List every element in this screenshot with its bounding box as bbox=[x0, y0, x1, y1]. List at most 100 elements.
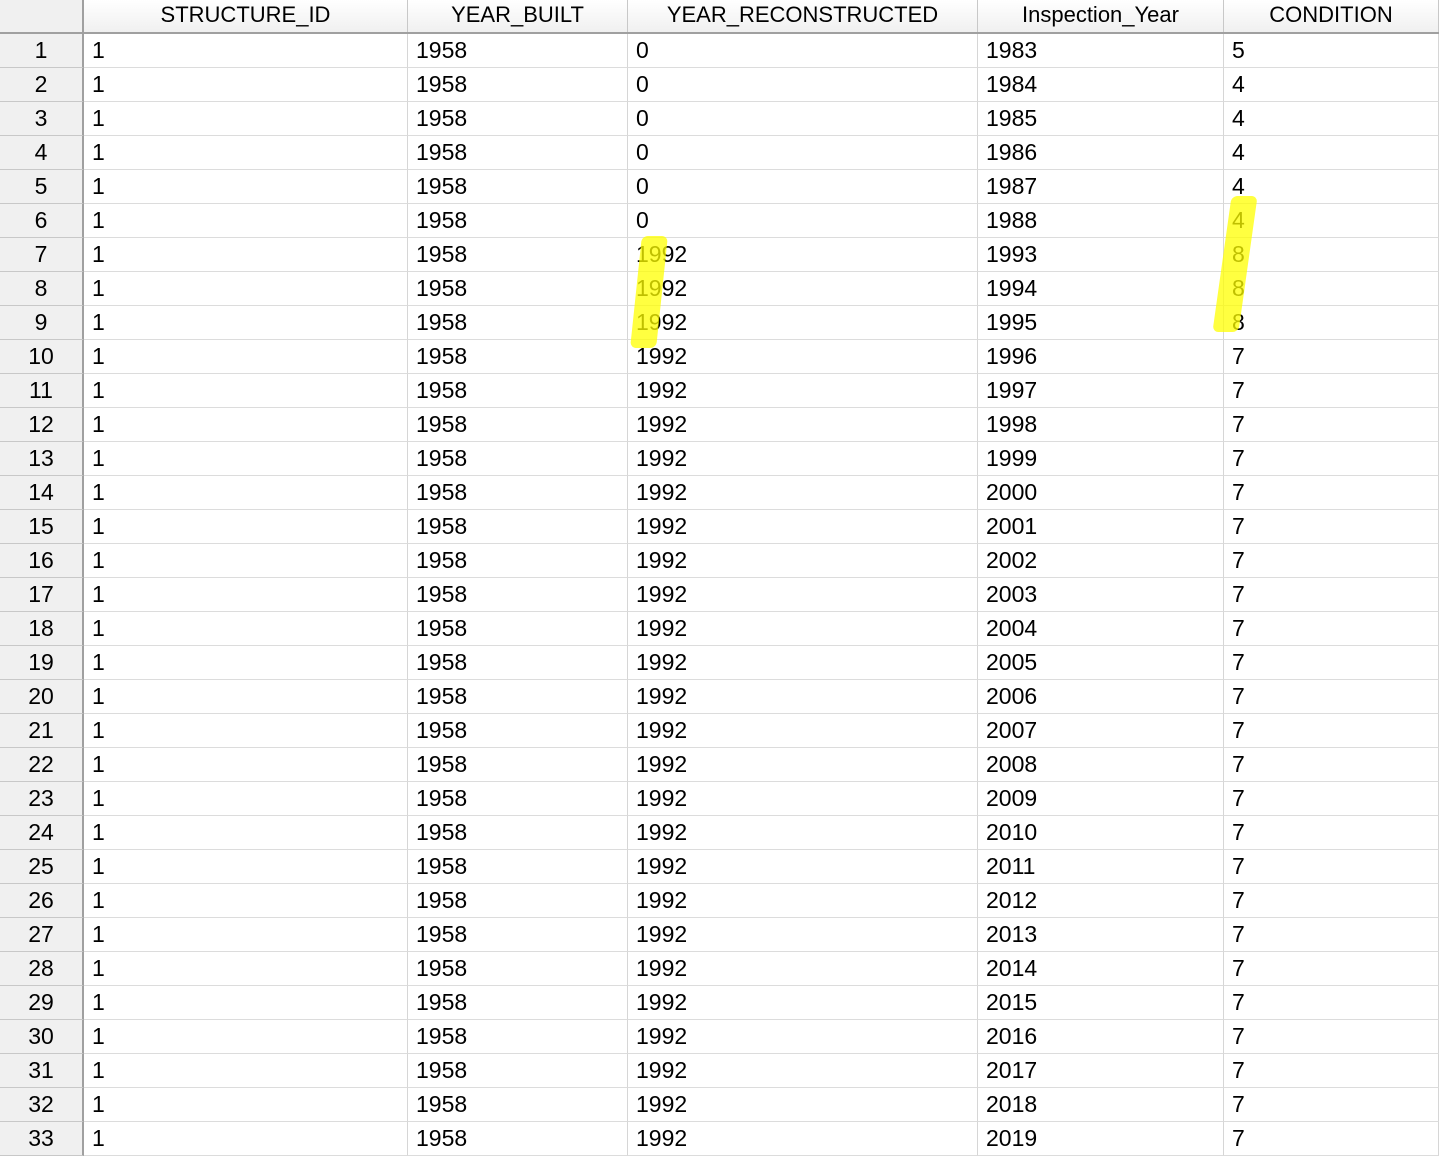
cell-year-built[interactable]: 1958 bbox=[408, 272, 628, 306]
corner-header[interactable] bbox=[0, 0, 84, 32]
cell-year-built[interactable]: 1958 bbox=[408, 340, 628, 374]
row-header[interactable]: 5 bbox=[0, 170, 84, 204]
table-row[interactable]: 30 1 1958 1992 2016 7 bbox=[0, 1020, 1439, 1054]
cell-year-built[interactable]: 1958 bbox=[408, 612, 628, 646]
cell-condition[interactable]: 7 bbox=[1224, 1088, 1439, 1122]
cell-structure-id[interactable]: 1 bbox=[84, 884, 408, 918]
cell-inspection-year[interactable]: 2007 bbox=[978, 714, 1224, 748]
cell-year-reconstructed[interactable]: 0 bbox=[628, 136, 978, 170]
table-row[interactable]: 33 1 1958 1992 2019 7 bbox=[0, 1122, 1439, 1156]
cell-condition[interactable]: 7 bbox=[1224, 1020, 1439, 1054]
table-row[interactable]: 10 1 1958 1992 1996 7 bbox=[0, 340, 1439, 374]
row-header[interactable]: 9 bbox=[0, 306, 84, 340]
cell-structure-id[interactable]: 1 bbox=[84, 170, 408, 204]
table-row[interactable]: 11 1 1958 1992 1997 7 bbox=[0, 374, 1439, 408]
cell-condition[interactable]: 7 bbox=[1224, 340, 1439, 374]
table-row[interactable]: 27 1 1958 1992 2013 7 bbox=[0, 918, 1439, 952]
table-row[interactable]: 21 1 1958 1992 2007 7 bbox=[0, 714, 1439, 748]
cell-condition[interactable]: 7 bbox=[1224, 680, 1439, 714]
cell-condition[interactable]: 7 bbox=[1224, 1122, 1439, 1156]
cell-year-reconstructed[interactable]: 1992 bbox=[628, 816, 978, 850]
cell-condition[interactable]: 4 bbox=[1224, 170, 1439, 204]
cell-year-built[interactable]: 1958 bbox=[408, 136, 628, 170]
row-header[interactable]: 25 bbox=[0, 850, 84, 884]
row-header[interactable]: 7 bbox=[0, 238, 84, 272]
row-header[interactable]: 33 bbox=[0, 1122, 84, 1156]
row-header[interactable]: 17 bbox=[0, 578, 84, 612]
table-row[interactable]: 16 1 1958 1992 2002 7 bbox=[0, 544, 1439, 578]
cell-condition[interactable]: 7 bbox=[1224, 476, 1439, 510]
cell-year-reconstructed[interactable]: 1992 bbox=[628, 884, 978, 918]
cell-structure-id[interactable]: 1 bbox=[84, 578, 408, 612]
cell-condition[interactable]: 4 bbox=[1224, 136, 1439, 170]
cell-year-built[interactable]: 1958 bbox=[408, 1122, 628, 1156]
cell-structure-id[interactable]: 1 bbox=[84, 204, 408, 238]
cell-condition[interactable]: 7 bbox=[1224, 714, 1439, 748]
row-header[interactable]: 4 bbox=[0, 136, 84, 170]
cell-year-reconstructed[interactable]: 1992 bbox=[628, 986, 978, 1020]
cell-condition[interactable]: 7 bbox=[1224, 578, 1439, 612]
cell-year-built[interactable]: 1958 bbox=[408, 442, 628, 476]
cell-condition[interactable]: 7 bbox=[1224, 442, 1439, 476]
table-row[interactable]: 2 1 1958 0 1984 4 bbox=[0, 68, 1439, 102]
cell-year-built[interactable]: 1958 bbox=[408, 816, 628, 850]
row-header[interactable]: 8 bbox=[0, 272, 84, 306]
cell-inspection-year[interactable]: 2003 bbox=[978, 578, 1224, 612]
cell-structure-id[interactable]: 1 bbox=[84, 646, 408, 680]
cell-year-reconstructed[interactable]: 1992 bbox=[628, 442, 978, 476]
cell-structure-id[interactable]: 1 bbox=[84, 442, 408, 476]
cell-structure-id[interactable]: 1 bbox=[84, 1020, 408, 1054]
cell-inspection-year[interactable]: 2016 bbox=[978, 1020, 1224, 1054]
cell-condition[interactable]: 7 bbox=[1224, 646, 1439, 680]
cell-structure-id[interactable]: 1 bbox=[84, 782, 408, 816]
cell-condition[interactable]: 7 bbox=[1224, 748, 1439, 782]
cell-structure-id[interactable]: 1 bbox=[84, 306, 408, 340]
data-grid[interactable]: STRUCTURE_ID YEAR_BUILT YEAR_RECONSTRUCT… bbox=[0, 0, 1439, 1158]
cell-year-reconstructed[interactable]: 1992 bbox=[628, 306, 978, 340]
cell-structure-id[interactable]: 1 bbox=[84, 1122, 408, 1156]
cell-structure-id[interactable]: 1 bbox=[84, 850, 408, 884]
table-row[interactable]: 7 1 1958 1992 1993 8 bbox=[0, 238, 1439, 272]
row-header[interactable]: 22 bbox=[0, 748, 84, 782]
cell-year-reconstructed[interactable]: 1992 bbox=[628, 510, 978, 544]
cell-year-reconstructed[interactable]: 1992 bbox=[628, 374, 978, 408]
cell-condition[interactable]: 7 bbox=[1224, 782, 1439, 816]
cell-structure-id[interactable]: 1 bbox=[84, 374, 408, 408]
cell-inspection-year[interactable]: 2011 bbox=[978, 850, 1224, 884]
row-header[interactable]: 15 bbox=[0, 510, 84, 544]
cell-structure-id[interactable]: 1 bbox=[84, 714, 408, 748]
cell-year-reconstructed[interactable]: 0 bbox=[628, 68, 978, 102]
cell-year-reconstructed[interactable]: 1992 bbox=[628, 612, 978, 646]
row-header[interactable]: 3 bbox=[0, 102, 84, 136]
cell-inspection-year[interactable]: 1994 bbox=[978, 272, 1224, 306]
cell-year-built[interactable]: 1958 bbox=[408, 544, 628, 578]
cell-condition[interactable]: 7 bbox=[1224, 884, 1439, 918]
cell-inspection-year[interactable]: 1987 bbox=[978, 170, 1224, 204]
cell-inspection-year[interactable]: 2017 bbox=[978, 1054, 1224, 1088]
cell-condition[interactable]: 7 bbox=[1224, 850, 1439, 884]
cell-year-built[interactable]: 1958 bbox=[408, 238, 628, 272]
cell-inspection-year[interactable]: 1984 bbox=[978, 68, 1224, 102]
cell-year-reconstructed[interactable]: 0 bbox=[628, 170, 978, 204]
cell-structure-id[interactable]: 1 bbox=[84, 102, 408, 136]
cell-year-reconstructed[interactable]: 1992 bbox=[628, 340, 978, 374]
row-header[interactable]: 12 bbox=[0, 408, 84, 442]
table-row[interactable]: 13 1 1958 1992 1999 7 bbox=[0, 442, 1439, 476]
cell-inspection-year[interactable]: 2018 bbox=[978, 1088, 1224, 1122]
cell-inspection-year[interactable]: 2001 bbox=[978, 510, 1224, 544]
cell-year-reconstructed[interactable]: 1992 bbox=[628, 1122, 978, 1156]
cell-inspection-year[interactable]: 2010 bbox=[978, 816, 1224, 850]
row-header[interactable]: 11 bbox=[0, 374, 84, 408]
cell-inspection-year[interactable]: 2004 bbox=[978, 612, 1224, 646]
cell-year-reconstructed[interactable]: 1992 bbox=[628, 782, 978, 816]
cell-year-built[interactable]: 1958 bbox=[408, 408, 628, 442]
cell-condition[interactable]: 7 bbox=[1224, 612, 1439, 646]
row-header[interactable]: 29 bbox=[0, 986, 84, 1020]
table-row[interactable]: 3 1 1958 0 1985 4 bbox=[0, 102, 1439, 136]
cell-year-built[interactable]: 1958 bbox=[408, 170, 628, 204]
cell-structure-id[interactable]: 1 bbox=[84, 748, 408, 782]
cell-inspection-year[interactable]: 2008 bbox=[978, 748, 1224, 782]
cell-year-built[interactable]: 1958 bbox=[408, 374, 628, 408]
cell-year-reconstructed[interactable]: 1992 bbox=[628, 578, 978, 612]
cell-year-reconstructed[interactable]: 1992 bbox=[628, 272, 978, 306]
